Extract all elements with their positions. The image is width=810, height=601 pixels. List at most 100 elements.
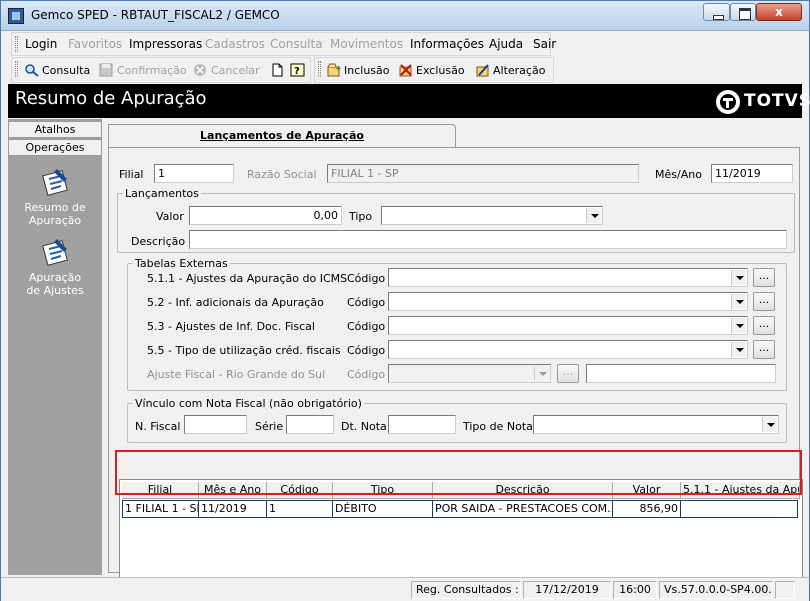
search-icon bbox=[25, 64, 39, 77]
tab-panel: Filial 1 Razão Social FILIAL 1 - SP Mês/… bbox=[108, 147, 803, 596]
grid-cell-tipo[interactable]: DÉBITO bbox=[333, 500, 433, 518]
chevron-down-icon bbox=[534, 366, 549, 381]
tipo-nota-select[interactable] bbox=[533, 415, 779, 434]
cancel-icon bbox=[194, 64, 206, 76]
menu-login[interactable]: Login bbox=[25, 37, 57, 51]
ajuste-rs-lookup-button: ... bbox=[557, 364, 579, 383]
serie-label: Série bbox=[255, 420, 284, 433]
toolbar: Consulta Confirmação Cancelar ? bbox=[11, 57, 311, 83]
tabela-511-lookup-button[interactable]: ... bbox=[753, 268, 775, 287]
tabela-53-label: 5.3 - Ajustes de Inf. Doc. Fiscal bbox=[147, 320, 315, 333]
grid-cell-filial[interactable]: 1 FILIAL 1 - SP bbox=[122, 500, 199, 518]
menu-cadastros[interactable]: Cadastros bbox=[205, 37, 265, 51]
status-time: 16:00 bbox=[613, 581, 657, 599]
inclusao-button[interactable]: + Inclusão bbox=[326, 63, 390, 79]
mes-ano-field[interactable]: 11/2019 bbox=[711, 164, 793, 183]
edit-record-icon bbox=[476, 64, 489, 77]
left-panel: Atalhos Operações Resumo de Apuração Apu… bbox=[8, 119, 102, 575]
save-icon bbox=[99, 63, 113, 77]
menu-impressoras[interactable]: Impressoras bbox=[129, 37, 202, 51]
shortcut-apuracao-ajustes[interactable]: Apuração de Ajustes bbox=[8, 237, 102, 297]
window-title: Gemco SPED - RBTAUT_FISCAL2 / GEMCO bbox=[31, 8, 280, 22]
confirmacao-button[interactable]: Confirmação bbox=[99, 63, 187, 79]
codigo-label: Código bbox=[347, 272, 386, 285]
tabela-52-lookup-button[interactable]: ... bbox=[753, 292, 775, 311]
codigo-label: Código bbox=[347, 344, 386, 357]
tab-atalhos[interactable]: Atalhos bbox=[8, 121, 102, 138]
ajuste-rs-description-field bbox=[586, 364, 776, 383]
tipo-select[interactable] bbox=[381, 206, 603, 225]
close-button[interactable]: x bbox=[756, 3, 802, 21]
toolbar-grip bbox=[15, 61, 18, 77]
grid-cell-codigo[interactable]: 1 bbox=[267, 500, 333, 518]
report-icon bbox=[42, 169, 68, 196]
page-title: Resumo de Apuração bbox=[15, 88, 207, 109]
filial-field[interactable]: 1 bbox=[154, 164, 234, 183]
chevron-down-icon[interactable] bbox=[731, 342, 746, 357]
shortcut-resumo-apuracao[interactable]: Resumo de Apuração bbox=[8, 167, 102, 227]
status-keyboard-icon bbox=[775, 581, 795, 599]
consulta-button[interactable]: Consulta bbox=[24, 63, 90, 79]
menu-favoritos[interactable]: Favoritos bbox=[68, 37, 122, 51]
tabela-511-select[interactable] bbox=[388, 268, 748, 287]
menu-ajuda[interactable]: Ajuda bbox=[489, 37, 523, 51]
shortcut-label: Apuração de Ajustes bbox=[26, 271, 84, 297]
status-registros: Reg. Consultados : 1 bbox=[411, 581, 521, 599]
report-icon bbox=[42, 239, 68, 266]
brand-name: TOTVS bbox=[744, 91, 810, 111]
dt-nota-label: Dt. Nota bbox=[341, 420, 387, 433]
descricao-label: Descrição bbox=[131, 235, 186, 248]
chevron-down-icon[interactable] bbox=[762, 417, 777, 432]
valor-field[interactable]: 0,00 bbox=[189, 206, 342, 225]
menu-sair[interactable]: Sair bbox=[533, 37, 556, 51]
status-version: Vs.57.0.0.0-SP4.00.24 bbox=[659, 581, 773, 599]
grid-cell-descricao[interactable]: POR SAIDA - PRESTACOES COM... bbox=[433, 500, 613, 518]
codigo-label: Código bbox=[347, 368, 386, 381]
descricao-field[interactable] bbox=[189, 230, 787, 249]
serie-field[interactable] bbox=[286, 415, 334, 434]
minimize-button[interactable] bbox=[703, 3, 730, 21]
tabela-53-lookup-button[interactable]: ... bbox=[753, 316, 775, 335]
exclusao-button[interactable]: Exclusão bbox=[398, 63, 465, 79]
tab-lancamentos-apuracao[interactable]: Lançamentos de Apuração bbox=[108, 124, 456, 148]
new-document-button[interactable] bbox=[270, 63, 288, 79]
tabela-55-select[interactable] bbox=[388, 340, 748, 359]
tipo-label: Tipo bbox=[349, 210, 373, 223]
chevron-down-icon[interactable] bbox=[586, 208, 601, 223]
grid-cell-mes-ano[interactable]: 11/2019 bbox=[199, 500, 267, 518]
chevron-down-icon[interactable] bbox=[731, 270, 746, 285]
grid-cell-valor[interactable]: 856,90 bbox=[613, 500, 681, 518]
tabela-511-label: 5.1.1 - Ajustes da Apuração do ICMS bbox=[147, 272, 348, 285]
menu-bar: Login Favoritos Impressoras Cadastros Co… bbox=[11, 32, 556, 56]
help-icon: ? bbox=[290, 63, 305, 77]
toolbar-grip bbox=[318, 61, 321, 77]
highlight-box bbox=[115, 450, 802, 495]
toolbar-actions: + Inclusão Exclusão Alteração bbox=[314, 57, 554, 83]
chevron-down-icon[interactable] bbox=[731, 294, 746, 309]
chevron-down-icon[interactable] bbox=[731, 318, 746, 333]
tab-operacoes[interactable]: Operações bbox=[8, 139, 102, 156]
maximize-button[interactable] bbox=[730, 3, 756, 21]
menu-consulta[interactable]: Consulta bbox=[270, 37, 323, 51]
alteracao-button[interactable]: Alteração bbox=[475, 63, 545, 79]
content-area: Lançamentos de Apuração Filial 1 Razão S… bbox=[104, 119, 803, 596]
menu-informacoes[interactable]: Informações bbox=[410, 37, 484, 51]
tabela-53-select[interactable] bbox=[388, 316, 748, 335]
mes-ano-label: Mês/Ano bbox=[655, 168, 702, 181]
totvs-logo: TOTVS bbox=[716, 89, 810, 115]
tabelas-externas-title: Tabelas Externas bbox=[133, 257, 230, 270]
cancelar-button[interactable]: Cancelar bbox=[193, 63, 260, 79]
menu-movimentos[interactable]: Movimentos bbox=[330, 37, 403, 51]
tabela-55-lookup-button[interactable]: ... bbox=[753, 340, 775, 359]
help-button[interactable]: ? bbox=[290, 63, 308, 79]
dt-nota-field[interactable] bbox=[388, 415, 456, 434]
grid-cell-ajustes-511[interactable] bbox=[681, 500, 798, 518]
totvs-logo-icon bbox=[716, 90, 740, 114]
status-date: 17/12/2019 bbox=[523, 581, 611, 599]
ajuste-rs-label: Ajuste Fiscal - Rio Grande do Sul bbox=[147, 368, 326, 381]
lancamentos-group-title: Lançamentos bbox=[123, 187, 201, 200]
n-fiscal-field[interactable] bbox=[184, 415, 247, 434]
tabela-52-select[interactable] bbox=[388, 292, 748, 311]
valor-label: Valor bbox=[156, 210, 184, 223]
app-window: Gemco SPED - RBTAUT_FISCAL2 / GEMCO x Lo… bbox=[0, 0, 810, 601]
